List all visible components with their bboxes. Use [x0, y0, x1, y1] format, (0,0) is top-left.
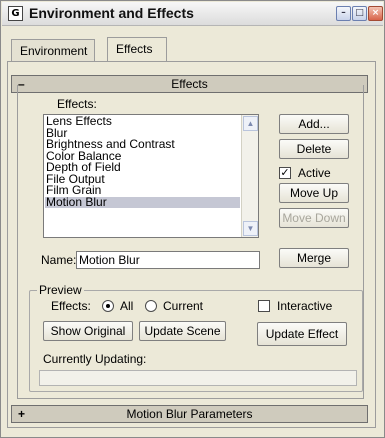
active-checkbox[interactable]: ✓	[279, 167, 291, 179]
update-effect-button[interactable]: Update Effect	[257, 322, 347, 346]
list-item[interactable]: Lens Effects	[45, 115, 240, 128]
add-button[interactable]: Add...	[279, 114, 349, 134]
update-scene-button[interactable]: Update Scene	[139, 321, 226, 341]
radio-all[interactable]	[102, 300, 114, 312]
minimize-button[interactable]: –	[336, 6, 351, 21]
effects-list-label: Effects:	[57, 97, 97, 111]
window-title: Environment and Effects	[29, 5, 194, 21]
tab-environment[interactable]: Environment	[11, 39, 95, 62]
merge-button[interactable]: Merge	[279, 248, 349, 268]
preview-effects-label: Effects:	[51, 299, 91, 313]
name-label: Name:	[41, 253, 77, 267]
preview-group-title: Preview	[37, 283, 84, 297]
radio-all-label: All	[120, 299, 134, 313]
move-down-button[interactable]: Move Down	[279, 208, 349, 228]
scroll-up-icon[interactable]: ▲	[243, 116, 258, 131]
scroll-down-icon[interactable]: ▼	[243, 221, 258, 236]
radio-current[interactable]	[145, 300, 157, 312]
currently-updating-label: Currently Updating:	[43, 352, 147, 366]
radio-selected-dot	[106, 304, 110, 308]
maximize-button[interactable]: □	[352, 6, 367, 21]
title-bar[interactable]: G Environment and Effects – □ ×	[2, 2, 383, 26]
list-item-selected[interactable]: Motion Blur	[45, 196, 240, 208]
motion-blur-parameters-rollout-header[interactable]: Motion Blur Parameters +	[11, 405, 368, 423]
delete-button[interactable]: Delete	[279, 139, 349, 159]
interactive-label: Interactive	[277, 299, 333, 313]
update-progress-bar	[39, 370, 357, 386]
expand-icon: +	[18, 407, 26, 421]
list-scrollbar[interactable]: ▲ ▼	[241, 115, 258, 237]
motion-blur-parameters-title: Motion Blur Parameters	[126, 407, 253, 421]
close-button[interactable]: ×	[368, 6, 383, 21]
effects-list[interactable]: Lens Effects Blur Brightness and Contras…	[43, 114, 259, 238]
name-field[interactable]: Motion Blur	[76, 251, 260, 269]
move-up-button[interactable]: Move Up	[279, 183, 349, 203]
active-label: Active	[298, 166, 331, 180]
interactive-checkbox[interactable]	[258, 300, 270, 312]
radio-current-label: Current	[163, 299, 204, 313]
tab-effects[interactable]: Effects	[107, 37, 167, 62]
environment-effects-window: G Environment and Effects – □ × Environm…	[0, 0, 385, 438]
show-original-button[interactable]: Show Original	[43, 321, 133, 341]
app-icon: G	[8, 6, 23, 21]
